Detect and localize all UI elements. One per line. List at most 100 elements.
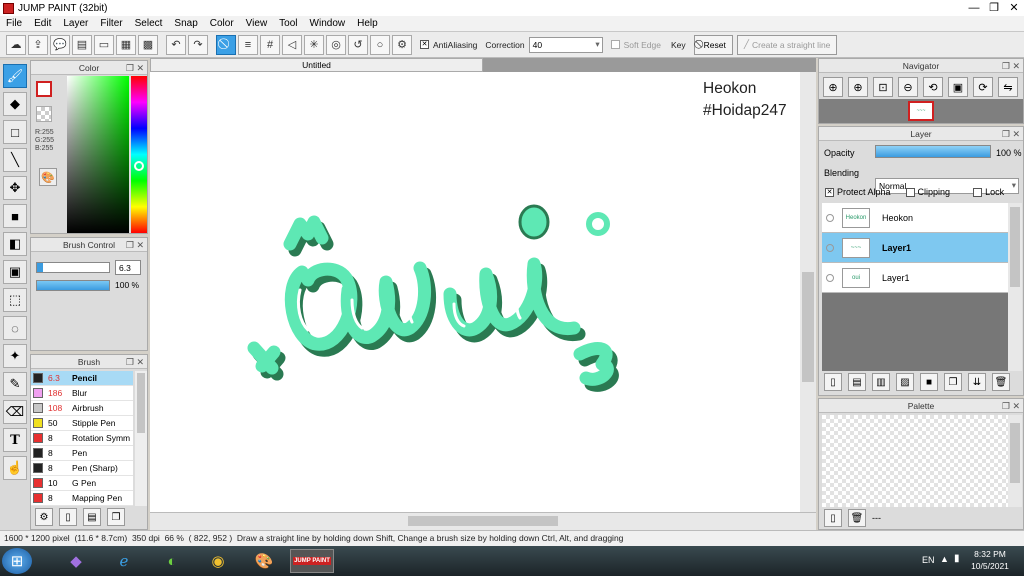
brush-item-mapping-pen[interactable]: 8 Mapping Pen — [31, 491, 133, 506]
bucket-tool-icon[interactable]: ◧ — [3, 232, 27, 256]
vertical-scrollbar[interactable] — [800, 72, 816, 512]
brush-item-pen-sharp[interactable]: 8 Pen (Sharp) — [31, 461, 133, 476]
text-tool-icon[interactable]: T — [3, 428, 27, 452]
brush-item-airbrush[interactable]: 108 Airbrush — [31, 401, 133, 416]
magic-wand-tool-icon[interactable]: ✦ — [3, 344, 27, 368]
panel-controls-icon[interactable]: ❐ ✕ — [126, 238, 144, 252]
menu-window[interactable]: Window — [304, 18, 352, 29]
jump-paint-taskbar-item[interactable]: JUMP PAINT — [290, 549, 334, 573]
snap-settings-icon[interactable]: ⚙ — [392, 34, 412, 55]
brush-item-blur[interactable]: 186 Blur — [31, 386, 133, 401]
flip-icon[interactable]: ⇋ — [998, 77, 1018, 97]
select-eraser-tool-icon[interactable]: ⌫ — [3, 400, 27, 424]
cloud-icon[interactable]: ☁ — [6, 34, 26, 55]
network-icon[interactable]: ▮ — [954, 553, 960, 564]
new-brush-icon[interactable]: ▯ — [59, 508, 77, 526]
new-palette-icon[interactable]: ▯ — [824, 509, 842, 527]
lock-checkbox[interactable] — [973, 187, 983, 197]
brush-size-input[interactable]: 6.3 — [115, 260, 141, 275]
start-button[interactable]: ⊞ — [2, 548, 32, 574]
menu-select[interactable]: Select — [129, 18, 169, 29]
navigator-preview[interactable]: ~~~ — [819, 99, 1023, 123]
folder-icon[interactable]: ■ — [920, 373, 938, 391]
message-icon[interactable]: ▤ — [72, 34, 92, 55]
snap-vanishing-icon[interactable]: ◁ — [282, 34, 302, 55]
reset-button[interactable]: ⃠Reset — [693, 34, 733, 55]
snap-circle-icon[interactable]: ◎ — [326, 34, 346, 55]
menu-snap[interactable]: Snap — [168, 18, 203, 29]
layer-opacity-slider[interactable] — [875, 145, 991, 158]
menu-file[interactable]: File — [0, 18, 28, 29]
brush-list-scrollbar[interactable] — [135, 371, 147, 506]
soft-edge-checkbox[interactable] — [610, 40, 620, 49]
brush-tool-icon[interactable]: 🖌 — [3, 64, 27, 88]
hand-tool-icon[interactable]: ☝ — [3, 456, 27, 480]
zoom-in-plus-icon[interactable]: ⊕ — [848, 77, 868, 97]
menu-view[interactable]: View — [240, 18, 274, 29]
panel-controls-icon[interactable]: ❐ ✕ — [1002, 127, 1020, 141]
merge-layer-icon[interactable]: ⇊ — [968, 373, 986, 391]
color-palette-icon[interactable]: 🎨 — [39, 168, 57, 186]
internet-explorer-icon[interactable]: ℯ — [102, 549, 146, 573]
brush-item-rotation-symm[interactable]: 8 Rotation Symm — [31, 431, 133, 446]
language-indicator[interactable]: EN — [922, 555, 935, 565]
brush-item-pencil[interactable]: 6.3 Pencil — [31, 371, 133, 386]
menu-help[interactable]: Help — [351, 18, 384, 29]
comment-icon[interactable]: 💬 — [50, 34, 70, 55]
line-tool-icon[interactable]: ╲ — [3, 148, 27, 172]
palette-swatches[interactable] — [822, 415, 1008, 507]
menu-edit[interactable]: Edit — [28, 18, 57, 29]
snap-ellipse-icon[interactable]: ○ — [370, 34, 390, 55]
redo-icon[interactable]: ↷ — [188, 34, 208, 55]
horizontal-scrollbar[interactable] — [150, 512, 816, 530]
visibility-icon[interactable] — [826, 213, 834, 222]
fill-rect-tool-icon[interactable]: ■ — [3, 204, 27, 228]
layer-item[interactable]: Heokon Heokon — [822, 203, 1008, 233]
paint-icon[interactable]: 🎨 — [242, 549, 286, 573]
snap-off-icon[interactable]: ⃠ — [216, 34, 236, 55]
menu-color[interactable]: Color — [204, 18, 240, 29]
brush-menu-icon[interactable]: ▤ — [83, 508, 101, 526]
shape-tool-icon[interactable]: □ — [3, 120, 27, 144]
brush-settings-icon[interactable]: ⚙ — [35, 508, 53, 526]
share-icon[interactable]: ⇪ — [28, 34, 48, 55]
reset-view-icon[interactable]: ▣ — [948, 77, 968, 97]
brush-item-stipple-pen[interactable]: 50 Stipple Pen — [31, 416, 133, 431]
antialiasing-checkbox[interactable]: ✕ — [420, 40, 429, 49]
visibility-icon[interactable] — [826, 273, 834, 282]
rotate-right-icon[interactable]: ⟳ — [973, 77, 993, 97]
correction-select[interactable]: 40 — [528, 36, 603, 53]
coccoc-browser-icon[interactable]: ◐ — [150, 549, 194, 573]
chrome-icon[interactable]: ◉ — [196, 549, 240, 573]
hue-slider[interactable] — [131, 76, 147, 233]
snap-curve-icon[interactable]: ↺ — [348, 34, 368, 55]
menu-layer[interactable]: Layer — [57, 18, 94, 29]
drawing-canvas[interactable]: Heokon #Hoidap247 — [150, 72, 800, 512]
panel-controls-icon[interactable]: ❐ ✕ — [1002, 399, 1020, 413]
delete-layer-icon[interactable]: 🗑 — [992, 373, 1010, 391]
zoom-in-icon[interactable]: ⊕ — [823, 77, 843, 97]
brush-size-slider[interactable] — [36, 262, 110, 273]
brush-item-g-pen[interactable]: 10 G Pen — [31, 476, 133, 491]
straight-line-button[interactable]: ╱ Create a straight line — [736, 34, 838, 55]
visual-studio-icon[interactable]: ◆ — [54, 549, 98, 573]
transparent-color-swatch[interactable] — [36, 106, 52, 122]
copy-layer-icon[interactable]: ❐ — [944, 373, 962, 391]
delete-palette-icon[interactable]: 🗑 — [848, 509, 866, 527]
snap-radial-icon[interactable]: ✳ — [304, 34, 324, 55]
minimize-button[interactable]: — — [964, 0, 984, 16]
layer-item[interactable]: oui Layer1 — [822, 263, 1008, 293]
brush-item-pen[interactable]: 8 Pen — [31, 446, 133, 461]
undo-icon[interactable]: ↶ — [166, 34, 186, 55]
layer-item[interactable]: ~~~ Layer1 — [822, 233, 1008, 263]
menu-tool[interactable]: Tool — [273, 18, 303, 29]
zoom-out-icon[interactable]: ⊖ — [898, 77, 918, 97]
protect-alpha-checkbox[interactable]: ✕ — [825, 187, 834, 197]
restore-button[interactable]: ❐ — [984, 0, 1004, 16]
grid-icon[interactable]: ▩ — [138, 34, 158, 55]
visibility-icon[interactable] — [826, 243, 834, 252]
panel-controls-icon[interactable]: ❐ ✕ — [126, 61, 144, 75]
halftone-layer-icon[interactable]: ▨ — [896, 373, 914, 391]
snap-grid-icon[interactable]: # — [260, 34, 280, 55]
panel-controls-icon[interactable]: ❐ ✕ — [126, 355, 144, 369]
